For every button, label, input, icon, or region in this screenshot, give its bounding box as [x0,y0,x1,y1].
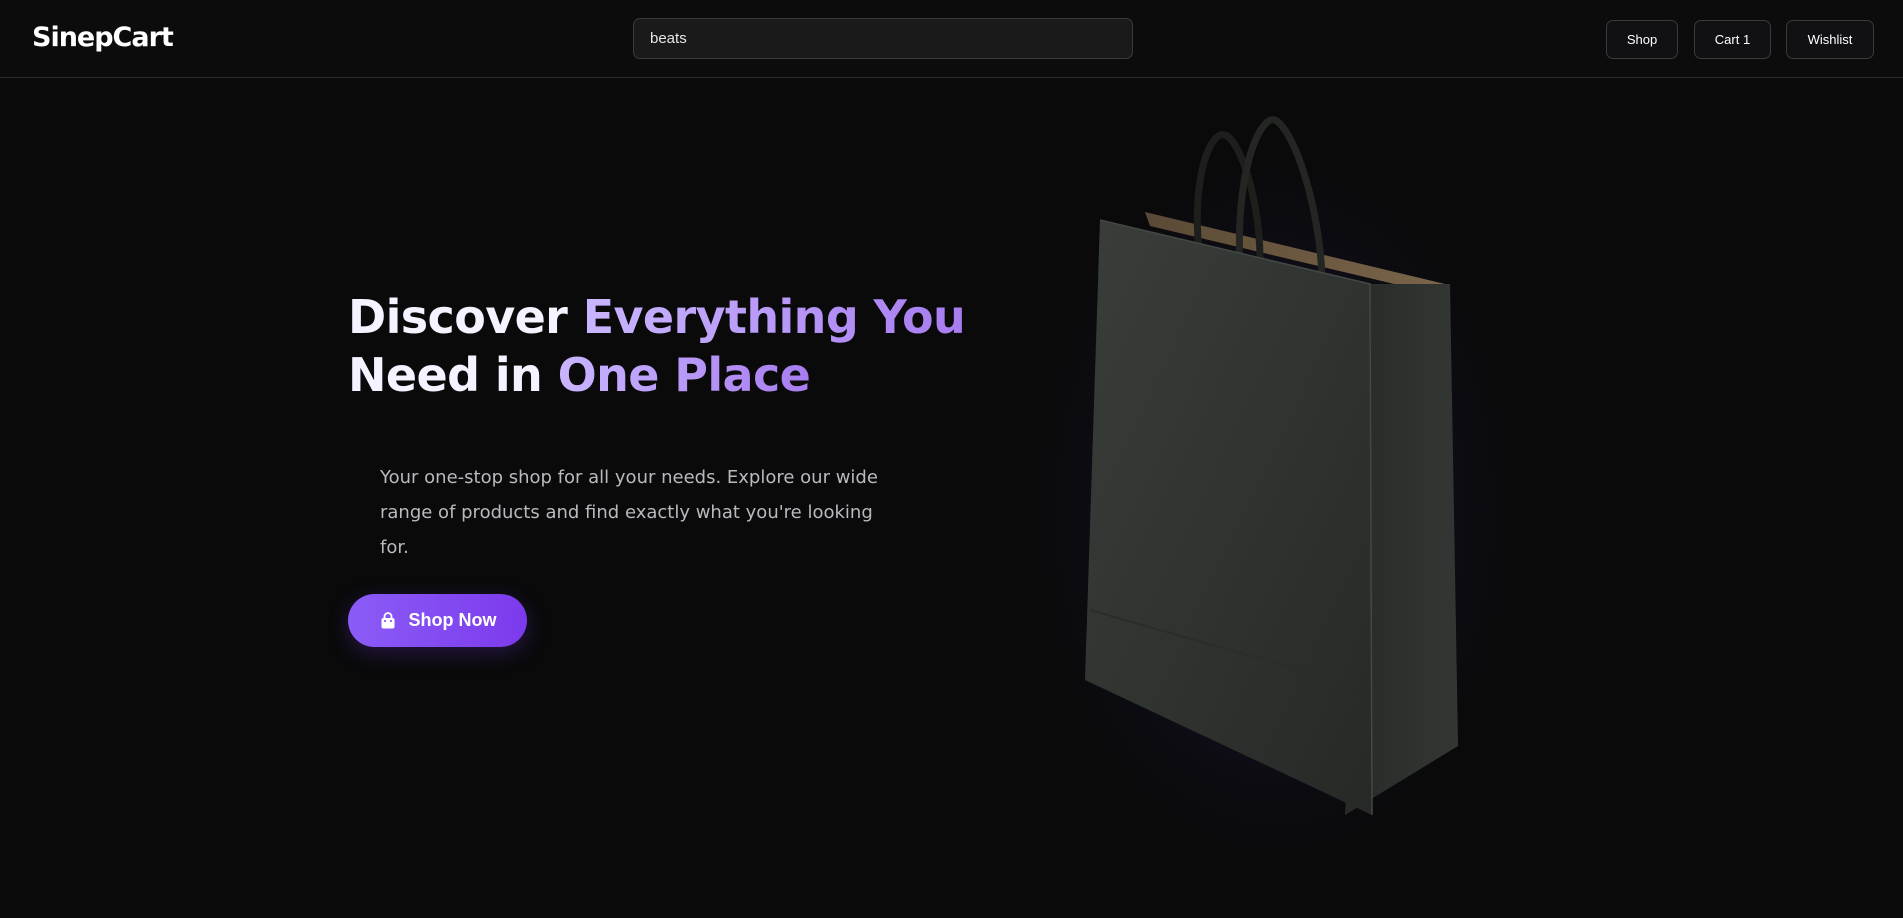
shop-now-label: Shop Now [408,610,497,630]
hero-subtitle: Your one-stop shop for all your needs. E… [380,467,878,558]
shop-now-button[interactable]: Shop Now [348,594,527,647]
cart-button[interactable]: Cart 1 [1694,20,1771,59]
hero-title-part1: Discover [348,290,583,344]
hero-title-part3: Need in [348,348,558,402]
hero-title-highlight2: One Place [557,348,811,402]
shopping-bag-image [1060,110,1500,830]
navbar: SinepCart Shop Cart 1 Wishlist [0,0,1903,78]
wishlist-button[interactable]: Wishlist [1786,20,1874,59]
search-input[interactable] [633,18,1133,59]
logo[interactable]: SinepCart [32,22,174,53]
shop-button[interactable]: Shop [1606,20,1678,59]
shopping-bag-icon [379,611,397,630]
hero-title-highlight1: Everything You [582,290,966,344]
hero-title: Discover Everything You Need in One Place [348,288,968,404]
